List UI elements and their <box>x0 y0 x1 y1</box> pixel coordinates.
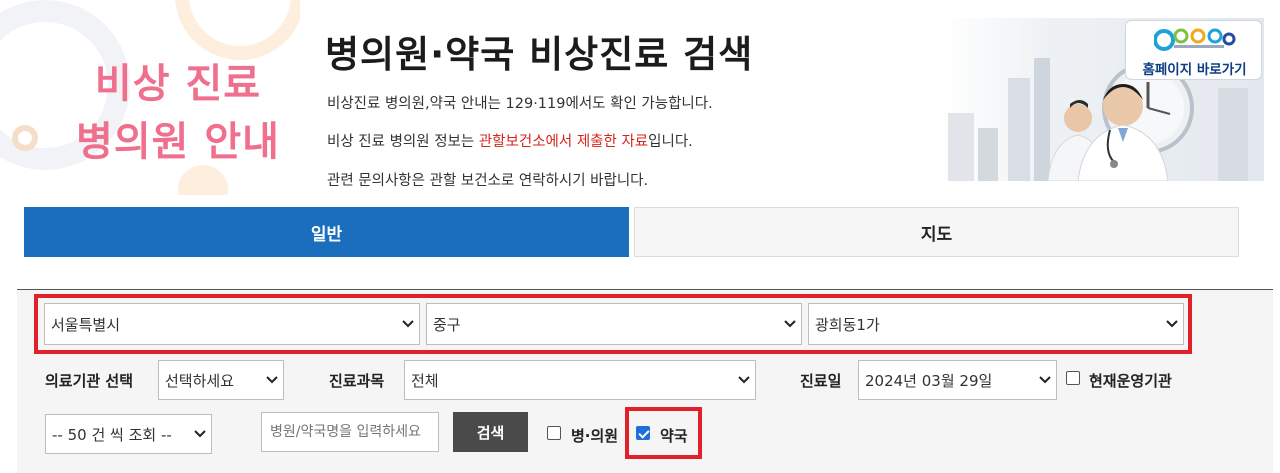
banner-illustration: 비상 진료 병의원 안내 <box>0 0 300 195</box>
banner-headline-line1: 비상 진료 <box>94 61 262 107</box>
page-title: 병의원·약국 비상진료 검색 <box>325 33 754 76</box>
chevron-down-icon <box>397 304 419 344</box>
date-select-value: 2024년 03월 29일 <box>865 371 993 390</box>
open-now-label: 현재운영기관 <box>1089 372 1172 390</box>
institution-name-input[interactable] <box>261 412 439 452</box>
info-line-3: 관련 문의사항은 관할 보건소로 연락하시기 바랍니다. <box>327 173 649 189</box>
info-line-2-post: 입니다. <box>648 134 693 150</box>
chevron-down-icon <box>189 415 211 453</box>
tab-general[interactable]: 일반 <box>24 207 629 257</box>
pharmacy-checkbox-label: 약국 <box>660 427 688 445</box>
homepage-link-button[interactable]: 홈페이지 바로가기 <box>1125 20 1262 80</box>
hospital-checkbox[interactable] <box>547 426 561 440</box>
info-line-2: 비상 진료 병의원 정보는 관할보건소에서 제출한 자료입니다. <box>327 130 693 151</box>
info-line-2-pre: 비상 진료 병의원 정보는 <box>327 134 479 150</box>
city-select[interactable]: 서울특별시 <box>44 303 420 345</box>
district-select-value: 중구 <box>433 315 461 334</box>
hospital-checkbox-label: 병·의원 <box>571 427 619 445</box>
chevron-down-icon <box>779 304 801 344</box>
info-line-2-highlight: 관할보건소에서 제출한 자료 <box>478 134 649 150</box>
page-banner: 비상 진료 병의원 안내 병의원·약국 비상진료 검색 비상진료 병의원,약국 … <box>0 0 1280 200</box>
tab-map[interactable]: 지도 <box>634 207 1239 257</box>
dong-select-value: 광희동1가 <box>815 315 880 334</box>
date-label: 진료일 <box>800 372 842 390</box>
page-size-select[interactable]: -- 50 건 씩 조회 -- <box>45 414 212 454</box>
institution-label: 의료기관 선택 <box>45 372 134 390</box>
egen-logo-icon <box>1154 28 1236 51</box>
date-select[interactable]: 2024년 03월 29일 <box>858 360 1057 400</box>
open-now-checkbox[interactable] <box>1066 371 1080 385</box>
institution-select-value: 선택하세요 <box>165 371 235 390</box>
institution-select[interactable]: 선택하세요 <box>158 360 284 400</box>
chevron-down-icon <box>733 361 755 399</box>
chevron-down-icon <box>1161 304 1183 344</box>
subject-select[interactable]: 전체 <box>404 360 756 400</box>
chevron-down-icon <box>1034 361 1056 399</box>
page-size-value: -- 50 건 씩 조회 -- <box>52 425 172 444</box>
dong-select[interactable]: 광희동1가 <box>808 303 1184 345</box>
search-button[interactable]: 검색 <box>453 412 528 452</box>
subject-select-value: 전체 <box>411 371 439 390</box>
chevron-down-icon <box>261 361 283 399</box>
banner-headline: 비상 진료 병의원 안내 <box>58 55 298 171</box>
district-select[interactable]: 중구 <box>426 303 802 345</box>
banner-headline-line2: 병의원 안내 <box>76 119 280 165</box>
city-select-value: 서울특별시 <box>51 315 121 334</box>
pharmacy-checkbox[interactable] <box>636 426 650 440</box>
homepage-link-label: 홈페이지 바로가기 <box>1142 62 1247 78</box>
subject-label: 진료과목 <box>329 372 385 390</box>
info-line-1: 비상진료 병의원,약국 안내는 129·119에서도 확인 가능합니다. <box>327 96 713 112</box>
